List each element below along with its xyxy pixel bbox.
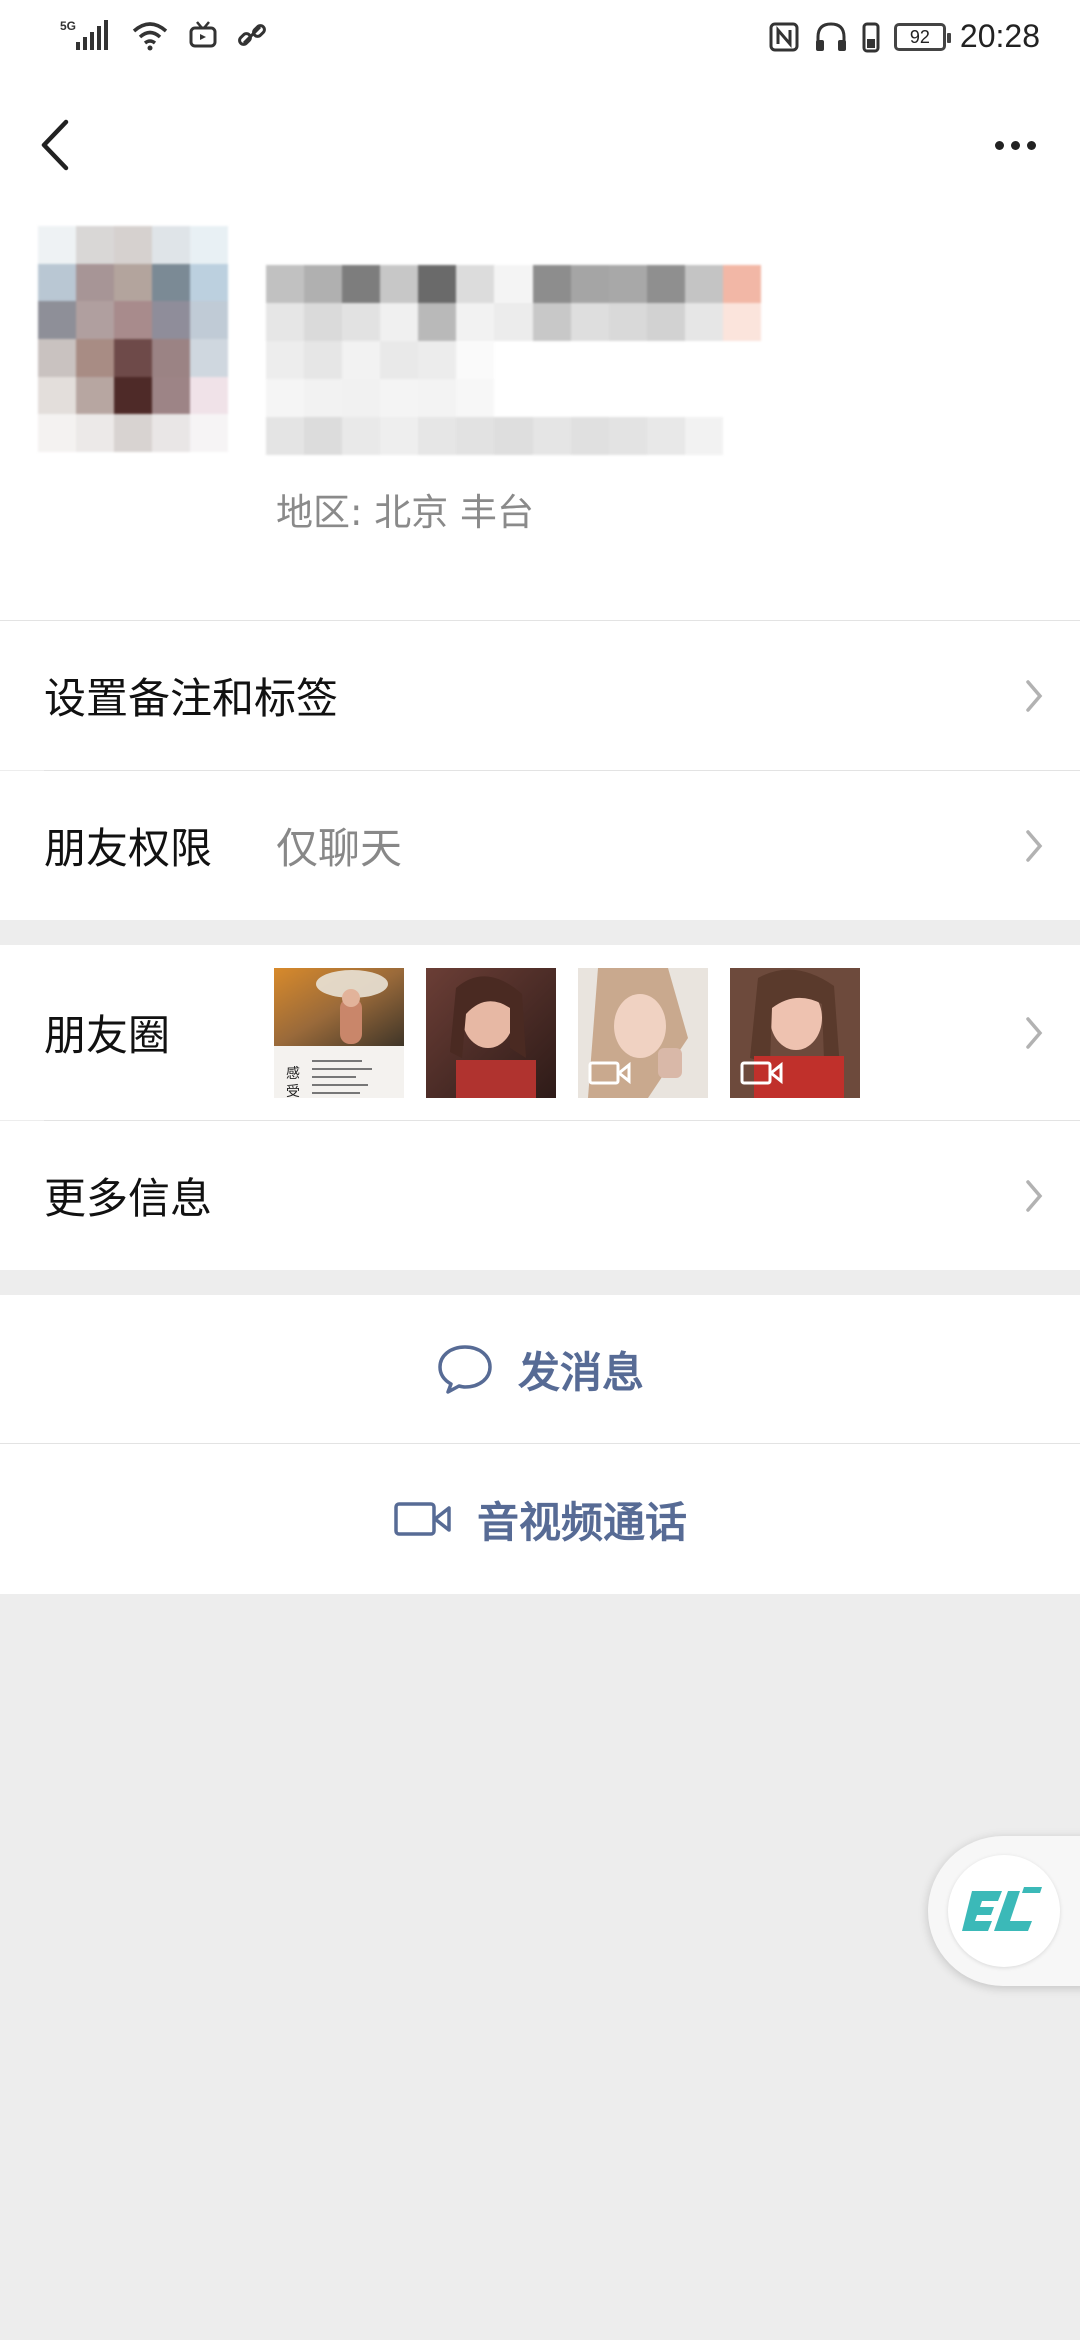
chevron-right-icon [1026, 829, 1043, 862]
wifi-icon [132, 22, 168, 51]
clock-time: 20:28 [959, 18, 1040, 54]
back-button[interactable] [30, 110, 80, 180]
umbrella-photo: 感 受 [274, 967, 404, 1098]
friend-permission-row[interactable]: 朋友权限 仅聊天 [0, 771, 1080, 920]
moments-row-label: 朋友圈 [44, 1011, 171, 1060]
more-info-row[interactable]: 更多信息 [0, 1121, 1080, 1270]
status-bar: 5G 92 20:28 [0, 0, 1080, 80]
region-info: 地区: 北京 丰台 [276, 482, 534, 536]
moments-thumbnail[interactable] [730, 967, 860, 1098]
phone-battery-icon [862, 22, 880, 52]
headphones-icon [815, 21, 846, 51]
chevron-right-icon [1026, 1179, 1043, 1212]
remark-and-tags-row[interactable]: 设置备注和标签 [0, 620, 1080, 770]
floating-assistant-circle [948, 1855, 1060, 1967]
video-camera-icon [588, 1061, 631, 1084]
remark-row-label: 设置备注和标签 [44, 674, 339, 723]
chevron-right-icon [1026, 1016, 1043, 1049]
region-value: 北京 丰台 [374, 491, 534, 534]
more-dots-icon [994, 140, 1004, 150]
status-left-icons: 5G [60, 18, 268, 52]
more-options-button[interactable] [980, 120, 1050, 170]
permission-row-label: 朋友权限 [44, 824, 213, 873]
tv-app-icon [189, 21, 217, 48]
voice-video-call-label: 音视频通话 [476, 1497, 687, 1547]
svg-text:5G: 5G [60, 19, 76, 33]
permission-row-value: 仅聊天 [276, 824, 403, 873]
region-label: 地区: [276, 491, 363, 534]
portrait-photo-1 [426, 967, 556, 1098]
avatar[interactable] [38, 226, 228, 452]
cellular-signal-icon: 5G [60, 19, 108, 50]
voice-video-call-button[interactable]: 音视频通话 [0, 1444, 1080, 1594]
moments-thumbnail[interactable]: 感 受 [274, 967, 404, 1098]
nfc-icon [769, 22, 799, 51]
moments-thumbnail[interactable] [578, 967, 708, 1098]
floating-assistant-icon [962, 1887, 1042, 1931]
moments-row[interactable]: 朋友圈 感 受 [0, 945, 1080, 1120]
back-arrow-icon [41, 119, 69, 171]
svg-text:感: 感 [286, 1065, 300, 1082]
chevron-right-icon [1026, 679, 1043, 712]
svg-text:受: 受 [286, 1084, 300, 1098]
profile-name-blurred [266, 265, 761, 455]
moments-thumbnail[interactable] [426, 967, 556, 1098]
video-camera-icon [740, 1061, 783, 1084]
video-camera-icon [394, 1502, 451, 1536]
battery-indicator: 92 [893, 22, 951, 51]
chat-bubble-icon [438, 1345, 492, 1394]
more-info-row-label: 更多信息 [44, 1174, 213, 1223]
send-message-button[interactable]: 发消息 [0, 1295, 1080, 1443]
moments-thumbnails: 感 受 [274, 945, 860, 1120]
link-icon [238, 24, 266, 46]
status-right-icons: 92 20:28 [768, 18, 1040, 55]
send-message-label: 发消息 [517, 1347, 644, 1397]
floating-assistant-button[interactable] [928, 1836, 1080, 1986]
